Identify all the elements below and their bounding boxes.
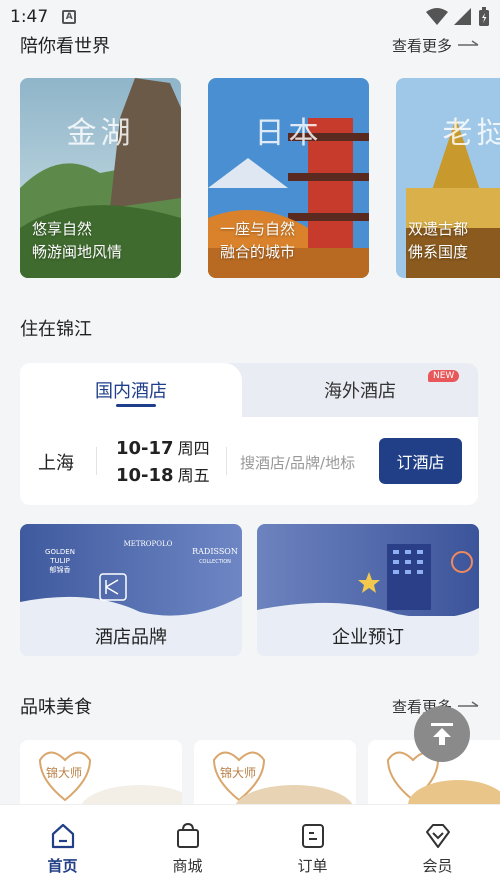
hotel-tabs: 国内酒店 海外酒店 NEW [20, 363, 478, 417]
app-screen: 1:47 A 陪你看世界 查看更多 金湖 悠享自然 畅游闽地风情 日本 一座与自… [0, 0, 500, 888]
hotel-brands-tile[interactable]: GOLDEN TULIP 郁锦香 METROPOLO RADISSON COLL… [20, 524, 242, 656]
nav-mall[interactable]: 商城 [125, 805, 250, 888]
food-header: 品味美食 查看更多 [20, 693, 480, 719]
chef-tag: 锦大师 [46, 766, 83, 780]
signal-icon [454, 8, 471, 25]
corporate-booking-tile[interactable]: 企业预订 [257, 524, 479, 656]
card-caption-line2: 融合的城市 [220, 243, 296, 261]
tab-domestic-label: 国内酒店 [95, 381, 167, 402]
bottom-navigation: 首页 商城 订单 会员 [0, 804, 500, 888]
explore-title: 陪你看世界 [20, 36, 110, 57]
checkin-date-line: 10-17 周四 [116, 435, 210, 462]
tab-domestic-hotel[interactable]: 国内酒店 [20, 363, 242, 417]
golden-tulip-logo: GOLDEN [45, 548, 75, 556]
nav-member[interactable]: 会员 [375, 805, 500, 888]
hotel-brands-label: 酒店品牌 [95, 627, 167, 648]
food-card[interactable]: 锦大师 [194, 740, 356, 810]
travel-card-laos[interactable]: 老挝 双遗古都 佛系国度 [396, 78, 500, 278]
card-big-text: 日本 [254, 116, 323, 151]
svg-text:COLLECTION: COLLECTION [199, 559, 231, 565]
metropolo-logo: METROPOLO [124, 540, 173, 548]
checkin-date: 10-17 [116, 438, 174, 459]
explore-more-link[interactable]: 查看更多 [392, 35, 480, 56]
svg-text:郁锦香: 郁锦香 [50, 565, 71, 574]
stay-header: 住在锦江 [20, 315, 480, 341]
book-hotel-button[interactable]: 订酒店 [379, 438, 462, 484]
chef-tag: 锦大师 [220, 766, 257, 780]
travel-card-list: 金湖 悠享自然 畅游闽地风情 日本 一座与自然 融合的城市 老挝 双遗古都 佛系… [20, 78, 500, 278]
notification-a-icon: A [62, 10, 77, 24]
card-big-text: 老挝 [442, 116, 500, 151]
divider [96, 447, 97, 475]
card-caption-line1: 双遗古都 [408, 220, 469, 238]
arrow-right-icon [458, 701, 479, 707]
noodle-dish-image [212, 751, 354, 810]
nav-orders[interactable]: 订单 [250, 805, 375, 888]
hotel-search-input[interactable]: 搜酒店/品牌/地标 [240, 452, 355, 473]
radisson-logo: RADISSON [192, 547, 238, 556]
nav-home-label: 首页 [47, 857, 78, 875]
explore-header: 陪你看世界 查看更多 [20, 32, 480, 58]
tab-overseas-label: 海外酒店 [324, 381, 396, 402]
back-to-top-button[interactable] [414, 706, 470, 762]
card-caption: 一座与自然 融合的城市 [220, 218, 295, 264]
checkout-date: 10-18 [116, 465, 174, 486]
corporate-booking-label: 企业预订 [332, 627, 404, 648]
dumpling-dish-image [38, 751, 182, 810]
nav-mall-label: 商城 [172, 857, 203, 875]
city-selector[interactable]: 上海 [38, 449, 74, 475]
tab-overseas-hotel[interactable]: 海外酒店 NEW [242, 363, 478, 417]
tab-active-indicator [116, 404, 156, 407]
booking-row: 上海 10-17 周四 10-18 周五 搜酒店/品牌/地标 订酒店 [20, 417, 478, 505]
hotel-booking-panel: 国内酒店 海外酒店 NEW 上海 10-17 周四 10-18 周五 搜酒店/品牌/… [20, 363, 478, 505]
food-card[interactable]: 锦大师 [20, 740, 182, 810]
food-title: 品味美食 [20, 697, 92, 718]
checkout-date-line: 10-18 周五 [116, 462, 210, 489]
nav-home[interactable]: 首页 [0, 805, 125, 888]
card-caption-line2: 佛系国度 [408, 243, 469, 261]
arrow-up-icon [431, 723, 453, 745]
shopping-bag-icon [176, 822, 199, 848]
wifi-icon [426, 8, 448, 25]
order-list-icon [301, 824, 324, 848]
nav-member-label: 会员 [422, 857, 453, 875]
card-caption-line2: 畅游闽地风情 [32, 243, 123, 261]
new-badge: NEW [428, 370, 460, 382]
card-caption: 双遗古都 佛系国度 [408, 218, 468, 264]
home-icon [51, 823, 74, 849]
diamond-icon [425, 824, 450, 848]
svg-text:TULIP: TULIP [49, 557, 70, 565]
divider [226, 447, 227, 475]
date-selector[interactable]: 10-17 周四 10-18 周五 [116, 435, 210, 489]
arrow-right-icon [458, 40, 479, 46]
checkout-weekday: 周五 [177, 466, 210, 485]
travel-card-jinhu[interactable]: 金湖 悠享自然 畅游闽地风情 [20, 78, 181, 278]
status-icons [426, 7, 490, 27]
stay-title: 住在锦江 [20, 319, 92, 340]
status-time: 1:47 [10, 7, 49, 27]
nav-orders-label: 订单 [297, 857, 328, 875]
battery-icon [479, 7, 489, 26]
card-caption: 悠享自然 畅游闽地风情 [32, 218, 122, 264]
card-caption-line1: 一座与自然 [220, 220, 296, 238]
explore-more-label: 查看更多 [391, 36, 452, 55]
card-big-text: 金湖 [66, 116, 135, 151]
status-bar: 1:47 A [0, 0, 500, 34]
card-caption-line1: 悠享自然 [32, 220, 93, 238]
travel-card-japan[interactable]: 日本 一座与自然 融合的城市 [208, 78, 369, 278]
checkin-weekday: 周四 [177, 439, 210, 458]
